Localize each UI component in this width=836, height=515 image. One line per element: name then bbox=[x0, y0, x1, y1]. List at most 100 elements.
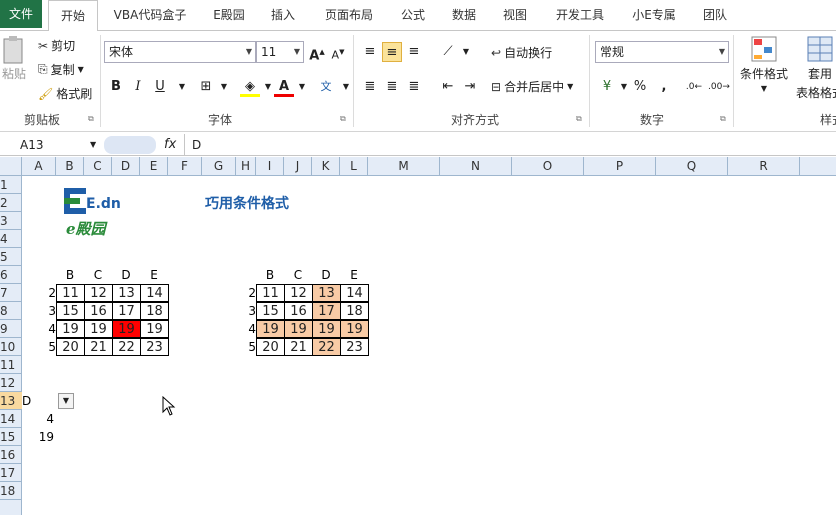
row-header[interactable]: 16 bbox=[0, 446, 22, 464]
table-cell[interactable]: 20 bbox=[256, 338, 285, 356]
alignment-launcher-icon[interactable]: ⧉ bbox=[576, 114, 582, 124]
tab-formulas[interactable]: 公式 bbox=[394, 0, 432, 31]
underline-button[interactable]: U bbox=[150, 77, 170, 97]
column-header[interactable]: D bbox=[112, 157, 140, 176]
tab-view[interactable]: 视图 bbox=[494, 0, 536, 31]
clipboard-launcher-icon[interactable]: ⧉ bbox=[88, 114, 94, 124]
table-cell[interactable]: 12 bbox=[284, 284, 313, 302]
filter-header-cell[interactable]: D bbox=[22, 392, 38, 410]
table-cell[interactable]: 16 bbox=[84, 302, 113, 320]
border-icon[interactable]: ⊞ bbox=[196, 77, 216, 97]
filter-value-cell[interactable]: 4 bbox=[22, 410, 54, 428]
align-middle-icon[interactable]: ≡ bbox=[382, 42, 402, 62]
column-header[interactable]: I bbox=[256, 157, 284, 176]
row-header[interactable]: 2 bbox=[0, 194, 22, 212]
row-header[interactable]: 18 bbox=[0, 482, 22, 500]
tab-file[interactable]: 文件 bbox=[0, 0, 42, 28]
format-as-table-button[interactable]: 套用 表格格式 bbox=[794, 35, 836, 101]
font-size-select[interactable]: 11 ▼ bbox=[256, 41, 304, 63]
column-header[interactable]: M bbox=[368, 157, 440, 176]
increase-decimal-icon[interactable]: .0← bbox=[684, 77, 704, 97]
tab-data[interactable]: 数据 bbox=[444, 0, 484, 31]
tab-team[interactable]: 团队 bbox=[696, 0, 734, 31]
percent-button[interactable]: % bbox=[630, 77, 650, 97]
select-all-corner[interactable] bbox=[0, 157, 22, 176]
row-header[interactable]: 8 bbox=[0, 302, 22, 320]
orientation-dropdown-icon[interactable]: ▼ bbox=[456, 42, 476, 62]
wrap-text-button[interactable]: ↩ 自动换行 bbox=[491, 44, 552, 61]
font-color-dropdown-icon[interactable]: ▼ bbox=[292, 77, 312, 97]
row-header[interactable]: 15 bbox=[0, 428, 22, 446]
row-header[interactable]: 17 bbox=[0, 464, 22, 482]
name-box-dropdown-icon[interactable]: ▼ bbox=[90, 134, 96, 156]
row-header[interactable]: 12 bbox=[0, 374, 22, 392]
table-cell-highlighted[interactable]: 19 bbox=[256, 320, 285, 338]
column-header[interactable]: H bbox=[236, 157, 256, 176]
table-cell[interactable]: 16 bbox=[284, 302, 313, 320]
insert-function-icon[interactable]: fx bbox=[164, 134, 176, 156]
row-header[interactable]: 1 bbox=[0, 176, 22, 194]
paste-button[interactable]: 粘贴 bbox=[0, 35, 28, 82]
font-launcher-icon[interactable]: ⧉ bbox=[340, 114, 346, 124]
column-header[interactable]: K bbox=[312, 157, 340, 176]
table-cell[interactable]: 19 bbox=[140, 320, 169, 338]
table-cell[interactable]: 11 bbox=[56, 284, 85, 302]
underline-dropdown-icon[interactable]: ▼ bbox=[172, 77, 192, 97]
bold-button[interactable]: B bbox=[106, 77, 126, 97]
tab-insert[interactable]: 插入 bbox=[262, 0, 304, 31]
row-header[interactable]: 9 bbox=[0, 320, 22, 338]
table-cell[interactable]: 14 bbox=[340, 284, 369, 302]
filter-dropdown-button[interactable]: ▼ bbox=[58, 393, 74, 409]
tab-edianyuan[interactable]: E殿园 bbox=[204, 0, 254, 31]
table-cell[interactable]: 14 bbox=[140, 284, 169, 302]
table-cell[interactable]: 19 bbox=[84, 320, 113, 338]
table-cell-highlighted[interactable]: 19 bbox=[284, 320, 313, 338]
table-cell[interactable]: 23 bbox=[340, 338, 369, 356]
tab-developer[interactable]: 开发工具 bbox=[548, 0, 612, 31]
table-cell[interactable]: 18 bbox=[140, 302, 169, 320]
table-cell[interactable]: 21 bbox=[284, 338, 313, 356]
comma-button[interactable]: , bbox=[654, 77, 674, 97]
conditional-formatting-button[interactable]: 条件格式 ▼ bbox=[738, 35, 790, 93]
worksheet-grid[interactable]: E.dn e殿园 巧用条件格式 B C D E 2 3 4 5 11 12 13… bbox=[22, 176, 836, 515]
table-cell[interactable]: 17 bbox=[112, 302, 141, 320]
tab-xiaoe[interactable]: 小E专属 bbox=[624, 0, 684, 31]
table-cell[interactable]: 20 bbox=[56, 338, 85, 356]
column-header[interactable]: R bbox=[728, 157, 800, 176]
phonetic-icon[interactable]: 文 bbox=[316, 77, 336, 97]
row-header[interactable]: 4 bbox=[0, 230, 22, 248]
row-header[interactable]: 5 bbox=[0, 248, 22, 266]
filter-value-cell[interactable]: 19 bbox=[22, 428, 54, 446]
cut-button[interactable]: ✂ 剪切 bbox=[38, 37, 75, 54]
column-header[interactable]: G bbox=[202, 157, 236, 176]
table-cell[interactable]: 18 bbox=[340, 302, 369, 320]
decrease-indent-icon[interactable]: ⇤ bbox=[438, 77, 458, 97]
border-dropdown-icon[interactable]: ▼ bbox=[214, 77, 234, 97]
table-cell-highlighted[interactable]: 22 bbox=[312, 338, 341, 356]
align-bottom-icon[interactable]: ≡ bbox=[404, 42, 424, 62]
column-header[interactable]: A bbox=[22, 157, 56, 176]
table-cell-highlighted[interactable]: 19 bbox=[312, 320, 341, 338]
row-header[interactable]: 11 bbox=[0, 356, 22, 374]
orientation-icon[interactable]: ⟋ bbox=[438, 42, 458, 62]
column-header[interactable]: C bbox=[84, 157, 112, 176]
grow-font-button[interactable]: A▲ bbox=[307, 42, 327, 63]
number-launcher-icon[interactable]: ⧉ bbox=[720, 114, 726, 124]
italic-button[interactable]: I bbox=[128, 77, 148, 97]
table-cell-highlighted[interactable]: 19 bbox=[112, 320, 141, 338]
row-header[interactable]: 10 bbox=[0, 338, 22, 356]
column-header[interactable]: O bbox=[512, 157, 584, 176]
table-cell[interactable]: 13 bbox=[112, 284, 141, 302]
align-right-icon[interactable]: ≣ bbox=[404, 77, 424, 97]
format-painter-button[interactable]: 🖌 格式刷 bbox=[38, 85, 92, 102]
tab-home[interactable]: 开始 bbox=[48, 0, 98, 32]
copy-button[interactable]: ⎘ 复制 ▼ bbox=[38, 61, 84, 78]
font-name-select[interactable]: 宋体 ▼ bbox=[104, 41, 256, 63]
column-header[interactable]: J bbox=[284, 157, 312, 176]
merge-center-button[interactable]: ⊟ 合并后居中 ▼ bbox=[491, 78, 573, 95]
tab-vba-box[interactable]: VBA代码盒子 bbox=[104, 0, 196, 31]
column-header[interactable]: P bbox=[584, 157, 656, 176]
formula-input[interactable]: D bbox=[192, 134, 201, 156]
tab-page-layout[interactable]: 页面布局 bbox=[314, 0, 384, 31]
align-left-icon[interactable]: ≣ bbox=[360, 77, 380, 97]
